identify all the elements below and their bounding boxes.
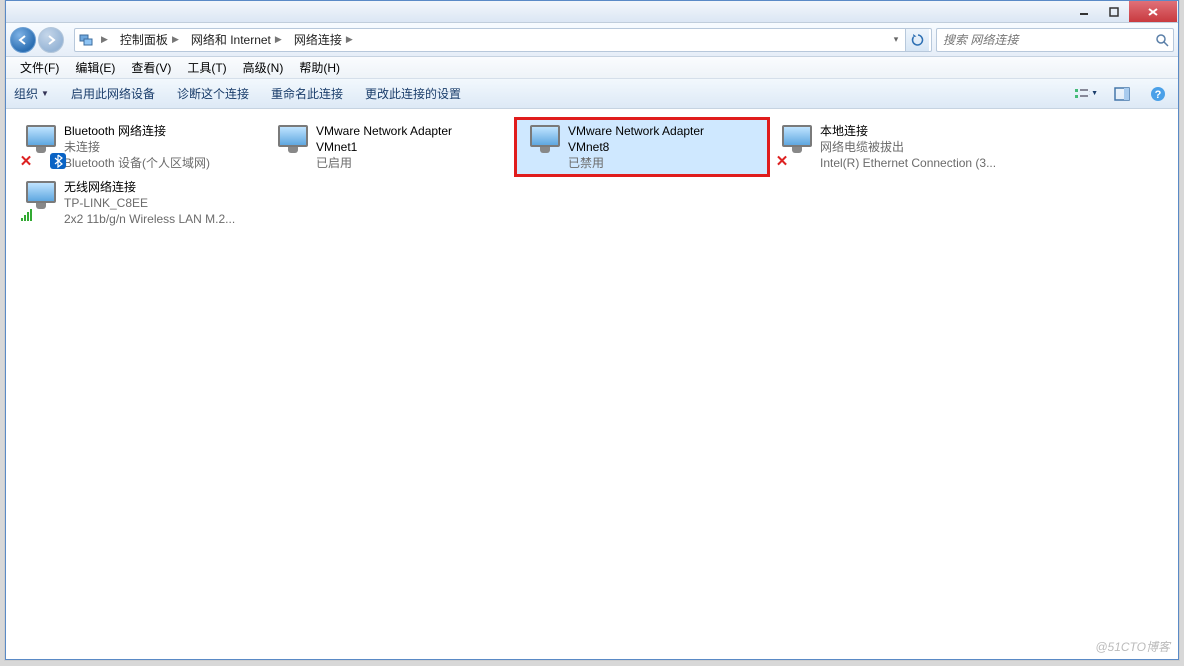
connection-name: VMware Network Adapter bbox=[568, 123, 704, 139]
command-bar: 组织▼ 启用此网络设备 诊断这个连接 重命名此连接 更改此连接的设置 ▼ ? bbox=[6, 79, 1178, 109]
connection-item[interactable]: VMware Network AdapterVMnet1已启用 bbox=[264, 119, 516, 175]
search-icon[interactable] bbox=[1151, 33, 1173, 47]
help-icon: ? bbox=[1150, 86, 1166, 102]
connection-name: Bluetooth 网络连接 bbox=[64, 123, 210, 139]
view-options-button[interactable]: ▼ bbox=[1074, 83, 1098, 105]
titlebar bbox=[6, 1, 1178, 23]
navbar: ▶ 控制面板▶ 网络和 Internet▶ 网络连接▶ ▾ bbox=[6, 23, 1178, 57]
connection-name-2: VMnet8 bbox=[568, 139, 704, 155]
connection-item[interactable]: 无线网络连接TP-LINK_C8EE2x2 11b/g/n Wireless L… bbox=[12, 175, 264, 231]
connection-item[interactable]: ✕ Bluetooth 网络连接未连接Bluetooth 设备(个人区域网) bbox=[12, 119, 264, 175]
breadcrumb-crumb[interactable]: 网络和 Internet▶ bbox=[185, 31, 288, 48]
menu-file[interactable]: 文件(F) bbox=[12, 59, 67, 76]
arrow-right-icon bbox=[45, 34, 57, 46]
cmd-enable-device[interactable]: 启用此网络设备 bbox=[71, 85, 155, 102]
connection-status: 已启用 bbox=[316, 155, 452, 171]
menu-tools[interactable]: 工具(T) bbox=[179, 59, 234, 76]
disconnected-icon: ✕ bbox=[18, 153, 34, 169]
search-box[interactable] bbox=[936, 28, 1174, 52]
minimize-button[interactable] bbox=[1069, 1, 1099, 22]
connection-status: 网络电缆被拔出 bbox=[820, 139, 996, 155]
preview-pane-button[interactable] bbox=[1110, 83, 1134, 105]
connection-device: Intel(R) Ethernet Connection (3... bbox=[820, 155, 996, 171]
refresh-icon bbox=[911, 33, 925, 47]
close-button[interactable] bbox=[1129, 1, 1177, 22]
connection-icon: ✕ bbox=[774, 123, 820, 169]
connection-name: 无线网络连接 bbox=[64, 179, 235, 195]
svg-text:?: ? bbox=[1155, 89, 1162, 101]
help-button[interactable]: ? bbox=[1146, 83, 1170, 105]
maximize-button[interactable] bbox=[1099, 1, 1129, 22]
disconnected-icon: ✕ bbox=[774, 153, 790, 169]
cmd-diagnose[interactable]: 诊断这个连接 bbox=[177, 85, 249, 102]
search-input[interactable] bbox=[937, 33, 1151, 47]
connection-name: VMware Network Adapter bbox=[316, 123, 452, 139]
network-icon bbox=[77, 33, 95, 47]
organize-menu[interactable]: 组织▼ bbox=[14, 85, 49, 102]
menu-view[interactable]: 查看(V) bbox=[123, 59, 179, 76]
breadcrumb-bar[interactable]: ▶ 控制面板▶ 网络和 Internet▶ 网络连接▶ ▾ bbox=[74, 28, 932, 52]
back-button[interactable] bbox=[10, 27, 36, 53]
connection-icon bbox=[270, 123, 316, 169]
menu-advanced[interactable]: 高级(N) bbox=[235, 59, 292, 76]
menubar: 文件(F) 编辑(E) 查看(V) 工具(T) 高级(N) 帮助(H) bbox=[6, 57, 1178, 79]
watermark: @51CTO博客 bbox=[1095, 638, 1170, 655]
connection-icon: ✕ bbox=[18, 123, 64, 169]
forward-button[interactable] bbox=[38, 27, 64, 53]
connection-status: TP-LINK_C8EE bbox=[64, 195, 235, 211]
refresh-button[interactable] bbox=[905, 29, 929, 51]
connection-icon bbox=[522, 123, 568, 169]
connection-status: 未连接 bbox=[64, 139, 210, 155]
explorer-window: ▶ 控制面板▶ 网络和 Internet▶ 网络连接▶ ▾ 文件(F) 编辑(E… bbox=[5, 0, 1179, 660]
cmd-rename[interactable]: 重命名此连接 bbox=[271, 85, 343, 102]
connection-name: 本地连接 bbox=[820, 123, 996, 139]
breadcrumb-crumb[interactable]: 控制面板▶ bbox=[114, 31, 185, 48]
connection-status: 已禁用 bbox=[568, 155, 704, 171]
breadcrumb-dropdown[interactable]: ▾ bbox=[887, 29, 905, 51]
connection-item[interactable]: VMware Network AdapterVMnet8已禁用 bbox=[516, 119, 768, 175]
menu-edit[interactable]: 编辑(E) bbox=[67, 59, 123, 76]
bluetooth-icon bbox=[50, 153, 66, 169]
connection-icon bbox=[18, 179, 64, 225]
view-icon bbox=[1074, 87, 1090, 101]
content-area: ✕ Bluetooth 网络连接未连接Bluetooth 设备(个人区域网) VMw… bbox=[6, 109, 1178, 659]
breadcrumb-crumb[interactable]: 网络连接▶ bbox=[288, 31, 359, 48]
cmd-change-settings[interactable]: 更改此连接的设置 bbox=[365, 85, 461, 102]
preview-pane-icon bbox=[1114, 87, 1130, 101]
arrow-left-icon bbox=[17, 34, 29, 46]
signal-bars-icon bbox=[20, 207, 36, 223]
menu-help[interactable]: 帮助(H) bbox=[291, 59, 348, 76]
connection-name-2: VMnet1 bbox=[316, 139, 452, 155]
connection-device: Bluetooth 设备(个人区域网) bbox=[64, 155, 210, 171]
connection-item[interactable]: ✕ 本地连接网络电缆被拔出Intel(R) Ethernet Connection… bbox=[768, 119, 1020, 175]
connection-device: 2x2 11b/g/n Wireless LAN M.2... bbox=[64, 211, 235, 227]
